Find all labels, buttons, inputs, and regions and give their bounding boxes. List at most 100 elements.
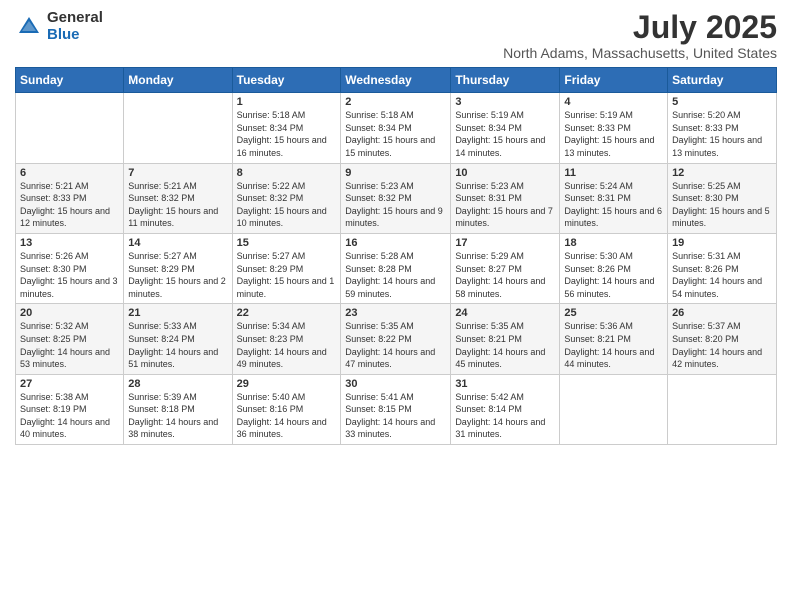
- day-info: Sunrise: 5:35 AM Sunset: 8:22 PM Dayligh…: [345, 320, 446, 370]
- day-cell: 26Sunrise: 5:37 AM Sunset: 8:20 PM Dayli…: [668, 304, 777, 374]
- day-number: 23: [345, 307, 446, 319]
- day-info: Sunrise: 5:22 AM Sunset: 8:32 PM Dayligh…: [237, 180, 337, 230]
- col-thursday: Thursday: [451, 68, 560, 93]
- day-number: 1: [237, 96, 337, 108]
- day-cell: 7Sunrise: 5:21 AM Sunset: 8:32 PM Daylig…: [124, 163, 232, 233]
- day-cell: 17Sunrise: 5:29 AM Sunset: 8:27 PM Dayli…: [451, 233, 560, 303]
- day-info: Sunrise: 5:23 AM Sunset: 8:31 PM Dayligh…: [455, 180, 555, 230]
- week-row-3: 13Sunrise: 5:26 AM Sunset: 8:30 PM Dayli…: [16, 233, 777, 303]
- day-number: 24: [455, 307, 555, 319]
- day-info: Sunrise: 5:27 AM Sunset: 8:29 PM Dayligh…: [128, 250, 227, 300]
- day-info: Sunrise: 5:25 AM Sunset: 8:30 PM Dayligh…: [672, 180, 772, 230]
- day-number: 29: [237, 378, 337, 390]
- day-cell: 28Sunrise: 5:39 AM Sunset: 8:18 PM Dayli…: [124, 374, 232, 444]
- day-number: 18: [564, 237, 663, 249]
- day-cell: [16, 93, 124, 163]
- day-info: Sunrise: 5:26 AM Sunset: 8:30 PM Dayligh…: [20, 250, 119, 300]
- day-info: Sunrise: 5:37 AM Sunset: 8:20 PM Dayligh…: [672, 320, 772, 370]
- day-number: 5: [672, 96, 772, 108]
- day-number: 12: [672, 167, 772, 179]
- day-cell: 22Sunrise: 5:34 AM Sunset: 8:23 PM Dayli…: [232, 304, 341, 374]
- day-cell: 20Sunrise: 5:32 AM Sunset: 8:25 PM Dayli…: [16, 304, 124, 374]
- day-info: Sunrise: 5:41 AM Sunset: 8:15 PM Dayligh…: [345, 391, 446, 441]
- day-cell: 23Sunrise: 5:35 AM Sunset: 8:22 PM Dayli…: [341, 304, 451, 374]
- day-info: Sunrise: 5:31 AM Sunset: 8:26 PM Dayligh…: [672, 250, 772, 300]
- col-monday: Monday: [124, 68, 232, 93]
- day-cell: 14Sunrise: 5:27 AM Sunset: 8:29 PM Dayli…: [124, 233, 232, 303]
- week-row-5: 27Sunrise: 5:38 AM Sunset: 8:19 PM Dayli…: [16, 374, 777, 444]
- header-row: Sunday Monday Tuesday Wednesday Thursday…: [16, 68, 777, 93]
- day-info: Sunrise: 5:33 AM Sunset: 8:24 PM Dayligh…: [128, 320, 227, 370]
- day-info: Sunrise: 5:30 AM Sunset: 8:26 PM Dayligh…: [564, 250, 663, 300]
- day-info: Sunrise: 5:38 AM Sunset: 8:19 PM Dayligh…: [20, 391, 119, 441]
- day-info: Sunrise: 5:29 AM Sunset: 8:27 PM Dayligh…: [455, 250, 555, 300]
- title-block: July 2025 North Adams, Massachusetts, Un…: [503, 10, 777, 61]
- day-number: 9: [345, 167, 446, 179]
- logo-general-text: General: [47, 10, 103, 27]
- day-cell: [560, 374, 668, 444]
- day-cell: 3Sunrise: 5:19 AM Sunset: 8:34 PM Daylig…: [451, 93, 560, 163]
- day-info: Sunrise: 5:36 AM Sunset: 8:21 PM Dayligh…: [564, 320, 663, 370]
- day-cell: 4Sunrise: 5:19 AM Sunset: 8:33 PM Daylig…: [560, 93, 668, 163]
- week-row-2: 6Sunrise: 5:21 AM Sunset: 8:33 PM Daylig…: [16, 163, 777, 233]
- day-cell: 29Sunrise: 5:40 AM Sunset: 8:16 PM Dayli…: [232, 374, 341, 444]
- day-info: Sunrise: 5:28 AM Sunset: 8:28 PM Dayligh…: [345, 250, 446, 300]
- day-cell: 24Sunrise: 5:35 AM Sunset: 8:21 PM Dayli…: [451, 304, 560, 374]
- calendar-table: Sunday Monday Tuesday Wednesday Thursday…: [15, 67, 777, 445]
- day-number: 31: [455, 378, 555, 390]
- day-number: 27: [20, 378, 119, 390]
- day-cell: 10Sunrise: 5:23 AM Sunset: 8:31 PM Dayli…: [451, 163, 560, 233]
- day-info: Sunrise: 5:24 AM Sunset: 8:31 PM Dayligh…: [564, 180, 663, 230]
- day-cell: 2Sunrise: 5:18 AM Sunset: 8:34 PM Daylig…: [341, 93, 451, 163]
- subtitle: North Adams, Massachusetts, United State…: [503, 45, 777, 61]
- day-cell: 9Sunrise: 5:23 AM Sunset: 8:32 PM Daylig…: [341, 163, 451, 233]
- day-info: Sunrise: 5:19 AM Sunset: 8:34 PM Dayligh…: [455, 109, 555, 159]
- day-info: Sunrise: 5:18 AM Sunset: 8:34 PM Dayligh…: [237, 109, 337, 159]
- col-saturday: Saturday: [668, 68, 777, 93]
- col-friday: Friday: [560, 68, 668, 93]
- day-number: 4: [564, 96, 663, 108]
- day-number: 11: [564, 167, 663, 179]
- day-cell: [124, 93, 232, 163]
- day-number: 22: [237, 307, 337, 319]
- logo-icon: [15, 13, 43, 41]
- day-number: 25: [564, 307, 663, 319]
- day-number: 7: [128, 167, 227, 179]
- day-number: 30: [345, 378, 446, 390]
- day-info: Sunrise: 5:21 AM Sunset: 8:33 PM Dayligh…: [20, 180, 119, 230]
- day-cell: [668, 374, 777, 444]
- day-cell: 6Sunrise: 5:21 AM Sunset: 8:33 PM Daylig…: [16, 163, 124, 233]
- day-number: 13: [20, 237, 119, 249]
- week-row-1: 1Sunrise: 5:18 AM Sunset: 8:34 PM Daylig…: [16, 93, 777, 163]
- day-cell: 27Sunrise: 5:38 AM Sunset: 8:19 PM Dayli…: [16, 374, 124, 444]
- day-cell: 16Sunrise: 5:28 AM Sunset: 8:28 PM Dayli…: [341, 233, 451, 303]
- logo-text: General Blue: [47, 10, 103, 43]
- day-cell: 30Sunrise: 5:41 AM Sunset: 8:15 PM Dayli…: [341, 374, 451, 444]
- day-info: Sunrise: 5:34 AM Sunset: 8:23 PM Dayligh…: [237, 320, 337, 370]
- day-number: 28: [128, 378, 227, 390]
- col-tuesday: Tuesday: [232, 68, 341, 93]
- day-cell: 31Sunrise: 5:42 AM Sunset: 8:14 PM Dayli…: [451, 374, 560, 444]
- day-number: 14: [128, 237, 227, 249]
- day-number: 21: [128, 307, 227, 319]
- day-number: 8: [237, 167, 337, 179]
- calendar-header: Sunday Monday Tuesday Wednesday Thursday…: [16, 68, 777, 93]
- day-number: 2: [345, 96, 446, 108]
- day-cell: 21Sunrise: 5:33 AM Sunset: 8:24 PM Dayli…: [124, 304, 232, 374]
- day-number: 20: [20, 307, 119, 319]
- day-number: 15: [237, 237, 337, 249]
- page: General Blue July 2025 North Adams, Mass…: [0, 0, 792, 612]
- day-info: Sunrise: 5:23 AM Sunset: 8:32 PM Dayligh…: [345, 180, 446, 230]
- day-info: Sunrise: 5:35 AM Sunset: 8:21 PM Dayligh…: [455, 320, 555, 370]
- day-number: 10: [455, 167, 555, 179]
- day-cell: 25Sunrise: 5:36 AM Sunset: 8:21 PM Dayli…: [560, 304, 668, 374]
- day-number: 26: [672, 307, 772, 319]
- logo: General Blue: [15, 10, 103, 43]
- calendar-body: 1Sunrise: 5:18 AM Sunset: 8:34 PM Daylig…: [16, 93, 777, 445]
- day-cell: 1Sunrise: 5:18 AM Sunset: 8:34 PM Daylig…: [232, 93, 341, 163]
- day-cell: 12Sunrise: 5:25 AM Sunset: 8:30 PM Dayli…: [668, 163, 777, 233]
- day-info: Sunrise: 5:20 AM Sunset: 8:33 PM Dayligh…: [672, 109, 772, 159]
- day-info: Sunrise: 5:19 AM Sunset: 8:33 PM Dayligh…: [564, 109, 663, 159]
- day-cell: 8Sunrise: 5:22 AM Sunset: 8:32 PM Daylig…: [232, 163, 341, 233]
- day-info: Sunrise: 5:27 AM Sunset: 8:29 PM Dayligh…: [237, 250, 337, 300]
